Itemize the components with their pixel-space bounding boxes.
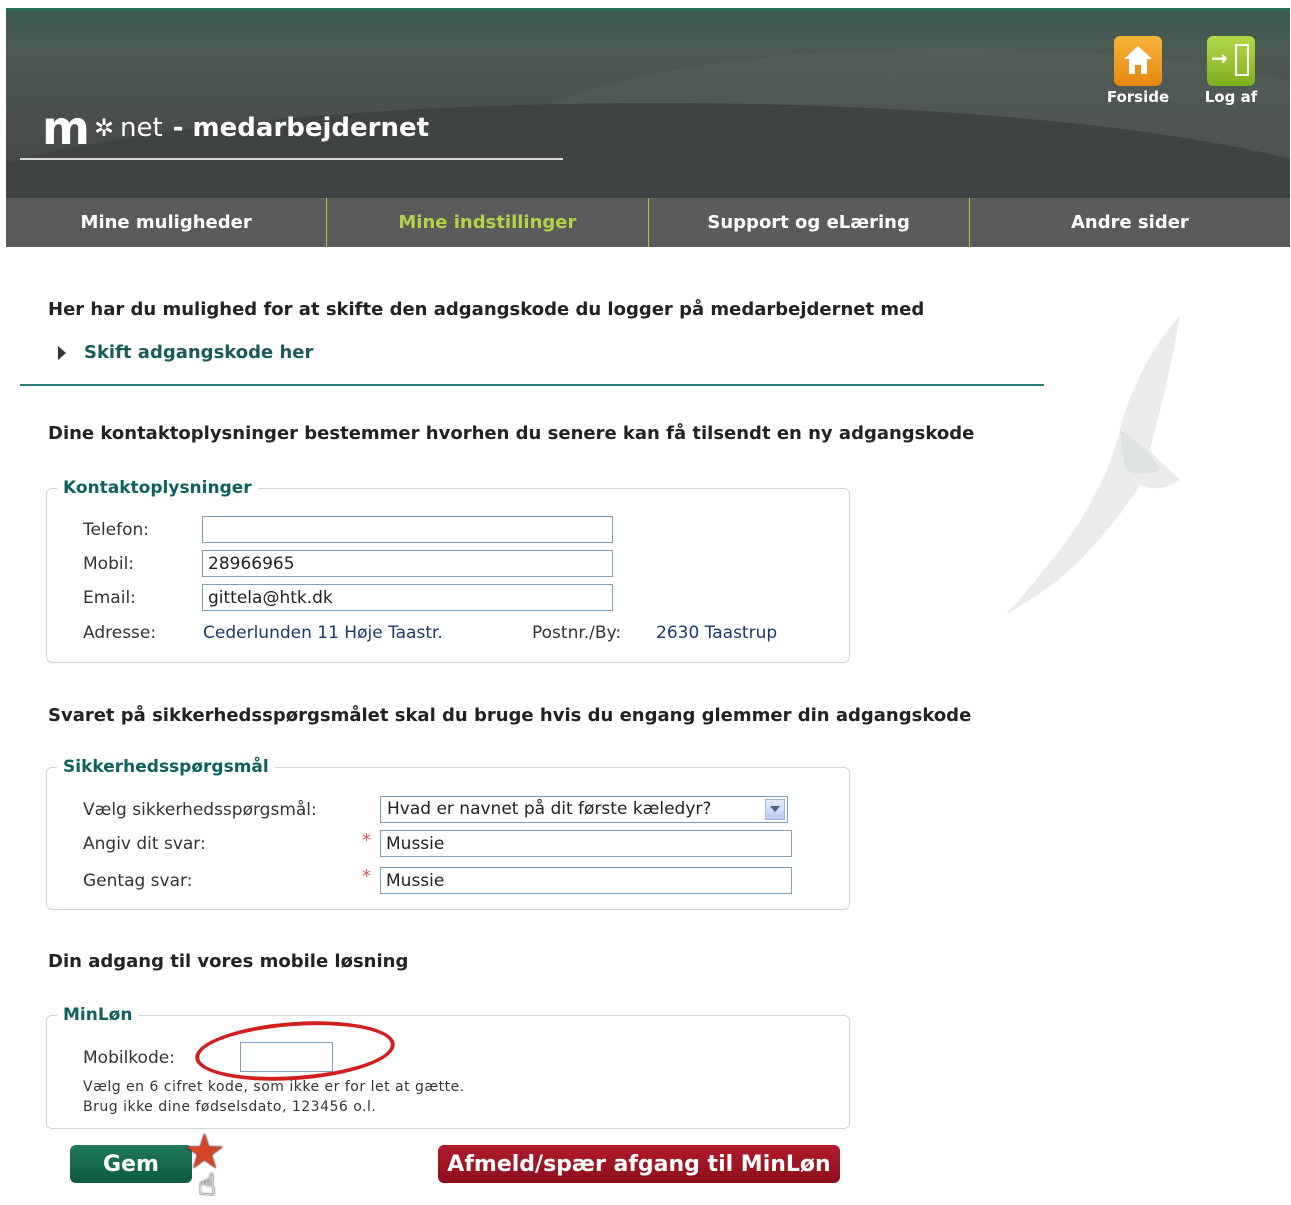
postnr-value: 2630 Taastrup bbox=[656, 623, 778, 643]
tab-support-elaering[interactable]: Support og eLæring bbox=[649, 198, 970, 247]
required-asterisk: * bbox=[362, 866, 371, 887]
unsubscribe-minlon-button[interactable]: Afmeld/spær afgang til MinLøn bbox=[438, 1145, 840, 1183]
save-button[interactable]: Gem bbox=[70, 1145, 192, 1183]
security-question-value: Hvad er navnet på dit første kæledyr? bbox=[387, 799, 712, 819]
triangle-right-icon bbox=[58, 346, 66, 360]
telefon-input[interactable] bbox=[202, 516, 613, 543]
security-question-select[interactable]: Hvad er navnet på dit første kæledyr? bbox=[380, 796, 788, 823]
answer-label: Angiv dit svar: bbox=[83, 834, 206, 854]
mobil-input[interactable] bbox=[202, 550, 613, 577]
change-password-link[interactable]: Skift adgangskode her bbox=[58, 342, 313, 363]
logo-underline bbox=[20, 158, 563, 160]
repeat-answer-input[interactable] bbox=[380, 867, 792, 894]
tab-andre-sider[interactable]: Andre sider bbox=[970, 198, 1290, 247]
home-icon bbox=[1114, 36, 1162, 86]
tab-mine-indstillinger[interactable]: Mine indstillinger bbox=[327, 198, 649, 247]
postnr-label: Postnr./By: bbox=[532, 623, 622, 643]
mobile-intro: Din adgang til vores mobile løsning bbox=[48, 951, 409, 972]
mobil-label: Mobil: bbox=[83, 554, 135, 574]
security-legend: Sikkerhedsspørgsmål bbox=[63, 757, 269, 777]
hand-cursor-icon: ☝ bbox=[198, 1168, 217, 1203]
logo-net: net bbox=[120, 113, 163, 143]
change-password-label: Skift adgangskode her bbox=[84, 342, 314, 363]
logo: m ✲ net - medarbejdernet bbox=[42, 101, 430, 155]
contact-legend: Kontaktoplysninger bbox=[63, 478, 252, 498]
repeat-label: Gentag svar: bbox=[83, 871, 193, 891]
logo-gear-icon: ✲ bbox=[93, 114, 115, 142]
main-nav: Mine muligheder Mine indstillinger Suppo… bbox=[6, 198, 1290, 247]
email-label: Email: bbox=[83, 588, 136, 608]
adresse-value: Cederlunden 11 Høje Taastr. bbox=[203, 623, 443, 643]
telefon-label: Telefon: bbox=[83, 520, 150, 540]
contact-intro: Dine kontaktoplysninger bestemmer hvorhe… bbox=[48, 423, 975, 444]
logout-icon: → bbox=[1207, 36, 1255, 86]
required-asterisk: * bbox=[362, 830, 371, 851]
mobilkode-label: Mobilkode: bbox=[83, 1048, 175, 1068]
header-banner: m ✲ net - medarbejdernet Forside → Log a… bbox=[6, 8, 1290, 198]
mobilkode-hint-2: Brug ikke dine fødselsdato, 123456 o.l. bbox=[83, 1099, 377, 1115]
adresse-label: Adresse: bbox=[83, 623, 157, 643]
password-intro: Her har du mulighed for at skifte den ad… bbox=[48, 299, 925, 320]
email-input[interactable] bbox=[202, 584, 613, 611]
chevron-down-icon[interactable] bbox=[765, 799, 785, 820]
tab-mine-muligheder[interactable]: Mine muligheder bbox=[6, 198, 328, 247]
logo-m: m bbox=[42, 101, 90, 155]
logo-title: - medarbejdernet bbox=[172, 113, 430, 143]
forside-label: Forside bbox=[1106, 88, 1170, 106]
eagle-watermark-icon bbox=[1005, 315, 1180, 615]
answer-input[interactable] bbox=[380, 830, 792, 857]
question-label: Vælg sikkerhedsspørgsmål: bbox=[83, 800, 317, 820]
security-intro: Svaret på sikkerhedsspørgsmålet skal du … bbox=[48, 705, 972, 726]
forside-button[interactable]: Forside bbox=[1103, 36, 1173, 106]
logout-label: Log af bbox=[1204, 88, 1258, 106]
logout-button[interactable]: → Log af bbox=[1196, 36, 1266, 106]
minlon-legend: MinLøn bbox=[63, 1005, 133, 1025]
mobilkode-hint-1: Vælg en 6 cifret kode, som ikke er for l… bbox=[83, 1079, 465, 1095]
divider bbox=[20, 384, 1044, 386]
